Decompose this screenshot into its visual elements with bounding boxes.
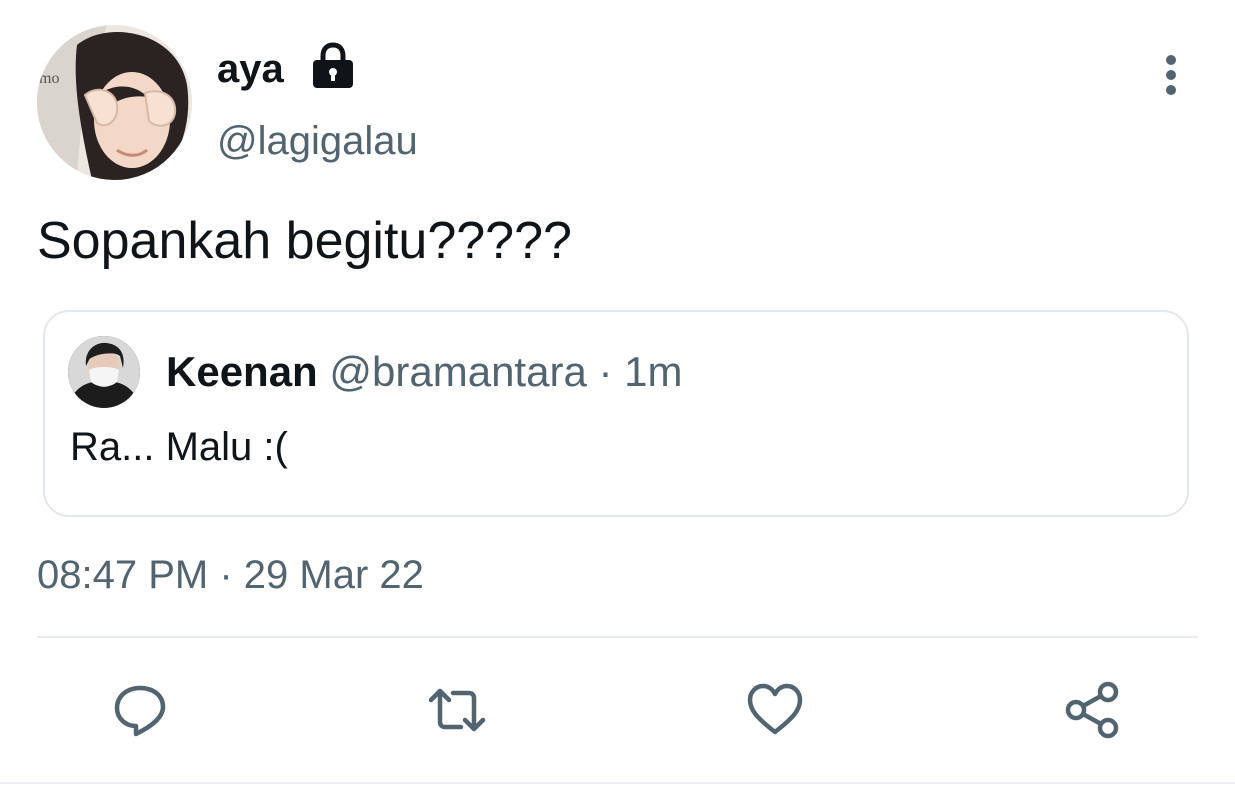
share-button[interactable] — [1061, 680, 1125, 740]
author-avatar[interactable]: mo — [37, 25, 192, 180]
like-button[interactable] — [743, 680, 807, 740]
lock-icon — [310, 42, 356, 90]
quoted-separator: · — [598, 348, 613, 395]
tweet-text: Sopankah begitu????? — [37, 212, 572, 270]
more-vertical-icon — [1166, 55, 1176, 95]
timestamp-separator: · — [219, 553, 233, 597]
quoted-tweet-text: Ra... Malu :( — [70, 425, 288, 469]
share-icon — [1065, 681, 1119, 739]
quoted-tweet-card[interactable] — [43, 310, 1189, 517]
retweet-button[interactable] — [425, 680, 489, 740]
quoted-tweet-header: Keenan @bramantara · 1m — [166, 347, 683, 397]
retweet-icon — [428, 688, 486, 732]
quoted-author-avatar[interactable] — [68, 336, 140, 408]
quoted-time-ago[interactable]: 1m — [624, 348, 682, 395]
author-handle[interactable]: @lagigalau — [217, 116, 418, 166]
quoted-avatar-image — [68, 336, 140, 408]
reply-icon — [114, 685, 166, 737]
tweet-time: 08:47 PM — [37, 553, 209, 597]
tweet-timestamp[interactable]: 08:47 PM · 29 Mar 22 — [37, 550, 424, 600]
author-avatar-image: mo — [37, 25, 192, 180]
author-name[interactable]: aya — [217, 44, 284, 94]
bottom-divider — [0, 782, 1235, 784]
more-options-button[interactable] — [1148, 50, 1194, 100]
tweet-date: 29 Mar 22 — [243, 553, 424, 597]
quoted-author-name[interactable]: Keenan — [166, 348, 318, 395]
divider — [37, 636, 1198, 638]
heart-icon — [747, 683, 803, 735]
svg-text:mo: mo — [39, 70, 59, 87]
reply-button[interactable] — [108, 680, 172, 740]
quoted-author-handle[interactable]: @bramantara — [329, 348, 586, 395]
